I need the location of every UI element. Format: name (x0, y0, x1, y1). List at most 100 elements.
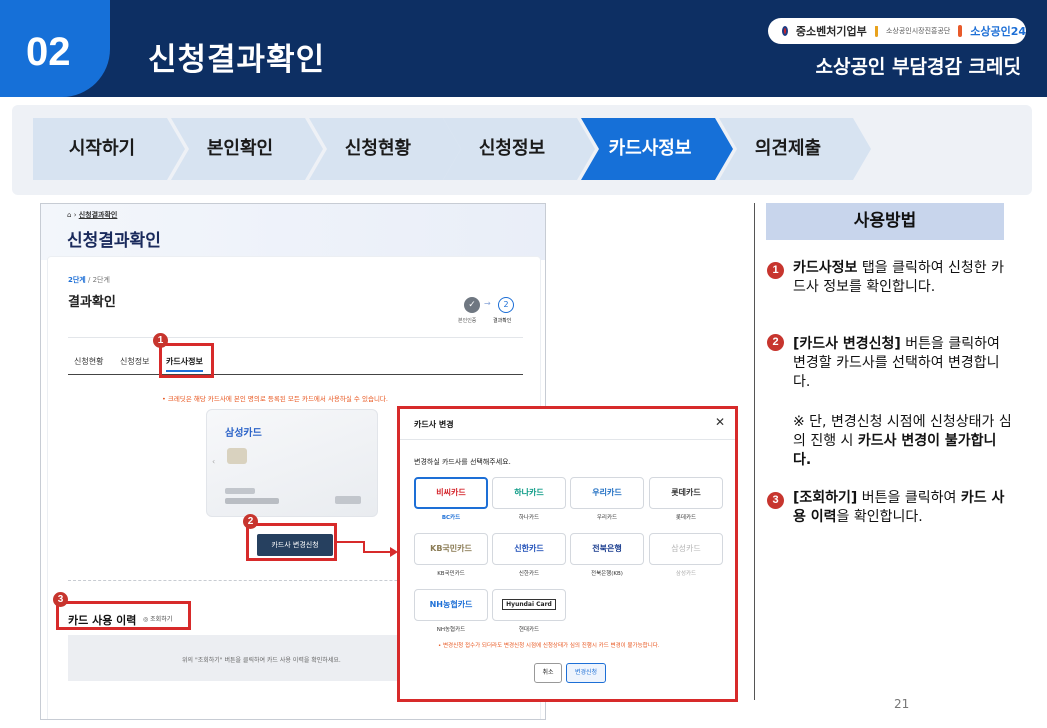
usage-item-1-bold: 카드사정보 (793, 260, 858, 276)
breadcrumb: ⌂ › 신청결과확인 (67, 211, 118, 219)
close-icon[interactable]: ✕ (715, 415, 725, 429)
card-option-samsung: 삼성카드 (649, 533, 723, 565)
history-message: 위의 "조회하기" 버튼을 클릭하여 카드 사용 이력을 확인하세요. (182, 657, 341, 664)
step-identity: 본인확인 (171, 118, 323, 180)
slide-header: 02 신청결과확인 중소벤처기업부 소상공인시장진흥공단 소상공인24 소상공인… (0, 0, 1047, 97)
page-title: 신청결과확인 (67, 231, 161, 251)
card-option-jeonbuk[interactable]: 전북은행 (570, 533, 644, 565)
arrow-icon: → (484, 299, 491, 308)
callout-badge-1: 1 (153, 333, 168, 348)
usage-item-3: [조회하기] 버튼을 클릭하여 카드 사용 이력을 확인합니다. (793, 489, 1013, 527)
logo-ministry: 중소벤처기업부 (795, 25, 867, 38)
card-label-nh: NH농협카드 (436, 627, 466, 633)
callout-box-3 (56, 601, 191, 630)
cancel-button[interactable]: 취소 (534, 663, 562, 683)
card-logo-jeonbuk: 전북은행 (592, 544, 622, 553)
usage-item-2-bold: [카드사 변경신청] (793, 336, 901, 352)
card-logo-shinhan: 신한카드 (514, 544, 544, 553)
card-option-hana[interactable]: 하나카드 (492, 477, 566, 509)
modal-warning: • 변경신청 접수가 되더라도 변경신청 시점에 신청상태가 심의 진행시 카드… (438, 643, 660, 649)
slide-title: 신청결과확인 (148, 42, 326, 78)
step-info: 신청정보 (443, 118, 595, 180)
divider (400, 439, 735, 440)
callout-box-2 (246, 523, 337, 561)
step-label: 신청정보 (478, 138, 546, 159)
tab-info[interactable]: 신청정보 (120, 356, 149, 367)
card-image: 삼성카드 ‹ (206, 409, 378, 517)
slide: 02 신청결과확인 중소벤처기업부 소상공인시장진흥공단 소상공인24 소상공인… (0, 0, 1047, 728)
card-issuer: 삼성카드 (225, 428, 262, 439)
card-logo-samsung: 삼성카드 (671, 544, 701, 553)
masked-text (335, 496, 361, 504)
step-label: 의견제출 (754, 138, 822, 159)
step-label: 시작하기 (68, 138, 136, 159)
step-total: / 2단계 (88, 276, 110, 284)
progress-label-1: 본인인증 (458, 318, 477, 324)
card-option-hyundai[interactable]: Hyundai Card (492, 589, 566, 621)
logo-bar: 중소벤처기업부 소상공인시장진흥공단 소상공인24 (768, 18, 1026, 44)
divider (68, 337, 523, 338)
usage-badge-2: 2 (767, 334, 784, 351)
callout-badge-2: 2 (243, 514, 258, 529)
credit-notice: • 크레딧은 해당 카드사에 본인 명의로 등록된 모든 카드에서 사용하실 수… (162, 395, 388, 403)
masked-card-number (225, 498, 279, 504)
usage-note: ※ 단, 변경신청 시점에 신청상태가 심의 진행 시 카드사 변경이 불가합니… (793, 413, 1013, 470)
card-logo-woori: 우리카드 (592, 488, 622, 497)
home-icon[interactable]: ⌂ (67, 211, 71, 219)
tab-status[interactable]: 신청현황 (74, 356, 103, 367)
logo-sbiz24: 소상공인24 (970, 25, 1026, 38)
step-indicator: 2단계 / 2단계 (68, 275, 110, 285)
step-flow: 시작하기 본인확인 신청현황 신청정보 카드사정보 의견제출 (33, 118, 873, 180)
card-label-hyundai: 현대카드 (518, 627, 540, 633)
card-option-woori[interactable]: 우리카드 (570, 477, 644, 509)
card-option-bc[interactable]: 비씨카드 (414, 477, 488, 509)
chevron-left-icon[interactable]: ‹ (212, 457, 215, 466)
ministry-logo-icon (782, 26, 788, 36)
program-title: 소상공인 부담경감 크레딧 (815, 56, 1021, 78)
card-logo-lotte: 롯데카드 (671, 488, 701, 497)
card-label-hana: 하나카드 (518, 515, 540, 521)
usage-badge-3: 3 (767, 492, 784, 509)
step-status: 신청현황 (309, 118, 461, 180)
section-title: 결과확인 (68, 295, 116, 310)
page-number: 21 (894, 697, 910, 711)
usage-heading: 사용방법 (766, 203, 1004, 240)
card-option-shinhan[interactable]: 신한카드 (492, 533, 566, 565)
card-label-shinhan: 신한카드 (518, 571, 540, 577)
progress-label-2: 결과확인 (493, 318, 512, 324)
sbiz24-logo-icon (958, 25, 963, 37)
card-option-kb[interactable]: KB국민카드 (414, 533, 488, 565)
step-start: 시작하기 (33, 118, 185, 180)
card-option-lotte[interactable]: 롯데카드 (649, 477, 723, 509)
masked-text (225, 488, 255, 494)
card-label-lotte: 롯데카드 (675, 515, 697, 521)
card-label-jeonbuk: 전북은행(KB) (591, 571, 623, 577)
step-card-info: 카드사정보 (581, 118, 733, 180)
section-number: 02 (26, 30, 71, 74)
callout-arrow (336, 541, 398, 557)
card-option-nh[interactable]: NH농협카드 (414, 589, 488, 621)
card-label-samsung: 삼성카드 (675, 571, 697, 577)
divider (754, 203, 755, 700)
step-current: 2단계 (68, 276, 86, 284)
card-logo-hyundai: Hyundai Card (502, 599, 556, 610)
progress-step-2: 2 (498, 297, 514, 313)
section-number-box: 02 (0, 0, 110, 97)
apply-change-button[interactable]: 변경신청 (566, 663, 606, 683)
card-change-modal: 카드사 변경 ✕ 변경하실 카드사를 선택해주세요. 비씨카드 BC카드 하나카… (397, 406, 738, 702)
card-logo-hana: 하나카드 (514, 488, 544, 497)
step-label: 본인확인 (206, 138, 274, 159)
card-logo-kb: KB국민카드 (430, 544, 472, 553)
card-label-kb: KB국민카드 (437, 571, 465, 577)
usage-item-3-text2: 을 확인합니다. (836, 509, 923, 525)
result-tabs: 신청현황 신청정보 카드사정보 (68, 351, 523, 375)
card-label-woori: 우리카드 (596, 515, 618, 521)
card-chip (227, 448, 247, 464)
step-opinion: 의견제출 (719, 118, 871, 180)
usage-item-3-text: 버튼을 클릭하여 (857, 490, 961, 506)
step-label: 카드사정보 (608, 138, 692, 159)
semas-logo-icon (874, 25, 878, 37)
modal-instruction: 변경하실 카드사를 선택해주세요. (414, 458, 511, 466)
callout-box-1 (159, 343, 214, 378)
breadcrumb-current[interactable]: 신청결과확인 (79, 211, 118, 219)
